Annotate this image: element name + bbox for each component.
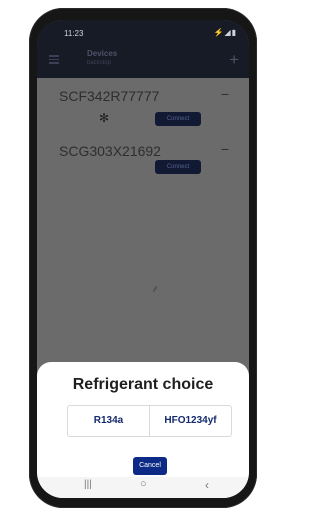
option-r134a[interactable]: R134a	[68, 406, 149, 436]
recent-apps-button[interactable]: |||	[84, 479, 92, 490]
screen: 11:23 ⚡◢▮ Devices backstop + SCF342R7777…	[37, 20, 249, 498]
home-button[interactable]: ○	[140, 478, 147, 490]
cancel-button[interactable]: Cancel	[133, 457, 167, 475]
option-hfo1234yf[interactable]: HFO1234yf	[149, 406, 231, 436]
sheet-title: Refrigerant choice	[72, 376, 214, 393]
system-navbar: ||| ○ ‹	[37, 477, 249, 498]
back-button[interactable]: ‹	[205, 478, 209, 492]
phone-frame: 11:23 ⚡◢▮ Devices backstop + SCF342R7777…	[29, 8, 257, 508]
refrigerant-options: R134a HFO1234yf	[67, 405, 232, 437]
